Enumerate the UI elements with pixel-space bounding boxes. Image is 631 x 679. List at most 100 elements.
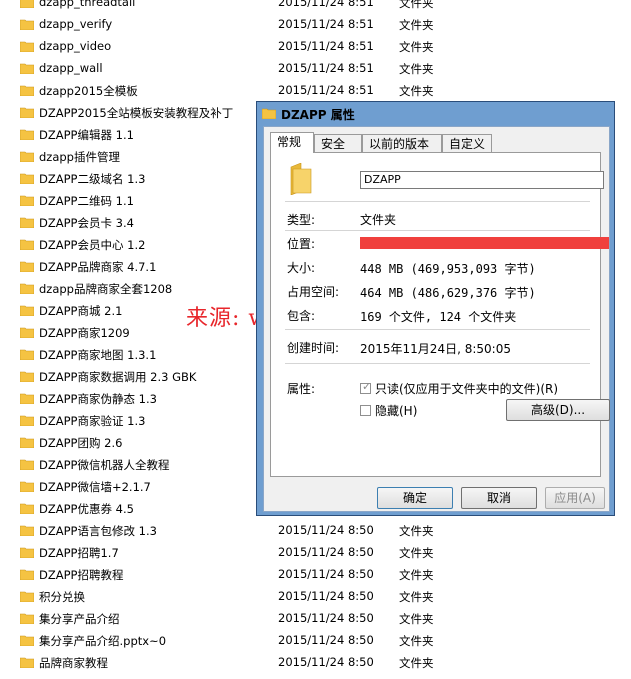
- file-row[interactable]: dzapp_video 2015/11/24 8:51 文件夹: [0, 36, 631, 58]
- file-name: DZAPP商家数据调用 2.3 GBK: [39, 370, 197, 384]
- folder-icon: [19, 150, 35, 163]
- folder-icon: [19, 238, 35, 251]
- tab-general[interactable]: 常规: [270, 132, 314, 153]
- folder-icon: [19, 282, 35, 295]
- file-row[interactable]: dzapp2015全模板 2015/11/24 8:51 文件夹: [0, 80, 631, 102]
- divider: [285, 201, 590, 202]
- file-name: DZAPP招聘1.7: [39, 546, 119, 560]
- file-row[interactable]: DZAPP招聘1.7 2015/11/24 8:50 文件夹: [0, 542, 631, 564]
- file-name: DZAPP语言包修改 1.3: [39, 524, 157, 538]
- file-date: 2015/11/24 8:50: [278, 567, 374, 581]
- folder-icon: [19, 172, 35, 185]
- folder-icon: [19, 260, 35, 273]
- file-row[interactable]: 集分享产品介绍.pptx~0 2015/11/24 8:50 文件夹: [0, 630, 631, 652]
- tab-security[interactable]: 安全: [314, 134, 362, 152]
- file-name: DZAPP二级域名 1.3: [39, 172, 146, 186]
- file-date: 2015/11/24 8:50: [278, 545, 374, 559]
- dialog-title: DZAPP 属性: [281, 108, 355, 122]
- file-row[interactable]: 积分兑换 2015/11/24 8:50 文件夹: [0, 586, 631, 608]
- folder-icon: [19, 40, 35, 53]
- file-name: DZAPP二维码 1.1: [39, 194, 134, 208]
- apply-button[interactable]: 应用(A): [545, 487, 605, 509]
- file-date: 2015/11/24 8:50: [278, 589, 374, 603]
- file-row[interactable]: DZAPP招聘教程 2015/11/24 8:50 文件夹: [0, 564, 631, 586]
- file-date: 2015/11/24 8:51: [278, 83, 374, 97]
- file-date: 2015/11/24 8:51: [278, 39, 374, 53]
- file-date: 2015/11/24 8:50: [278, 633, 374, 647]
- size-on-disk-label: 占用空间:: [287, 285, 340, 299]
- divider: [285, 363, 590, 364]
- folder-icon: [19, 414, 35, 427]
- file-type: 文件夹: [399, 634, 434, 648]
- folder-icon: [19, 568, 35, 581]
- size-label: 大小:: [287, 261, 316, 275]
- advanced-button[interactable]: 高级(D)...: [506, 399, 610, 421]
- file-type: 文件夹: [399, 590, 434, 604]
- file-row[interactable]: dzapp_threadtail 2015/11/24 8:51 文件夹: [0, 0, 631, 14]
- file-row[interactable]: DZAPP语言包修改 1.3 2015/11/24 8:50 文件夹: [0, 520, 631, 542]
- file-date: 2015/11/24 8:50: [278, 523, 374, 537]
- file-name: DZAPP商家1209: [39, 326, 130, 340]
- file-type: 文件夹: [399, 18, 434, 32]
- folder-icon: [19, 612, 35, 625]
- folder-icon: [19, 634, 35, 647]
- attributes-label: 属性:: [287, 382, 316, 396]
- folder-icon: [19, 392, 35, 405]
- file-name: DZAPP微信机器人全教程: [39, 458, 170, 472]
- file-name: DZAPP优惠券 4.5: [39, 502, 134, 516]
- readonly-checkbox[interactable]: ✓: [360, 380, 372, 394]
- file-name: dzapp_threadtail: [39, 0, 136, 9]
- hidden-label[interactable]: 隐藏(H): [375, 402, 417, 419]
- file-name: DZAPP会员卡 3.4: [39, 216, 134, 230]
- readonly-label[interactable]: 只读(仅应用于文件夹中的文件)(R): [375, 380, 558, 397]
- folder-name-input[interactable]: DZAPP: [360, 171, 604, 189]
- file-type: 文件夹: [399, 84, 434, 98]
- file-name: dzapp_video: [39, 39, 112, 53]
- folder-icon: [19, 84, 35, 97]
- file-type: 文件夹: [399, 568, 434, 582]
- folder-icon: [19, 62, 35, 75]
- dialog-titlebar[interactable]: DZAPP 属性: [257, 102, 614, 126]
- folder-icon: [19, 524, 35, 537]
- folder-icon: [19, 216, 35, 229]
- file-date: 2015/11/24 8:51: [278, 17, 374, 31]
- file-date: 2015/11/24 8:50: [278, 611, 374, 625]
- file-name: 集分享产品介绍: [39, 612, 120, 626]
- file-row[interactable]: 集分享产品介绍 2015/11/24 8:50 文件夹: [0, 608, 631, 630]
- contains-label: 包含:: [287, 309, 316, 323]
- tab-previous-versions[interactable]: 以前的版本: [362, 134, 442, 152]
- file-name: dzapp_verify: [39, 17, 113, 31]
- divider: [285, 329, 590, 330]
- file-date: 2015/11/24 8:51: [278, 61, 374, 75]
- general-panel: DZAPP 类型: 文件夹 位置: 大小: 448 MB (469,953,09…: [270, 152, 610, 477]
- file-type: 文件夹: [399, 546, 434, 560]
- file-row[interactable]: dzapp_wall 2015/11/24 8:51 文件夹: [0, 58, 631, 80]
- contains-value: 169 个文件, 124 个文件夹: [360, 310, 517, 324]
- divider: [285, 230, 590, 231]
- folder-icon: [19, 0, 35, 9]
- large-folder-icon: [290, 163, 312, 195]
- file-row[interactable]: dzapp_verify 2015/11/24 8:51 文件夹: [0, 14, 631, 36]
- file-date: 2015/11/24 8:51: [278, 0, 374, 9]
- folder-icon: [19, 18, 35, 31]
- file-type: 文件夹: [399, 0, 434, 10]
- file-name: dzapp2015全模板: [39, 84, 138, 98]
- file-row[interactable]: 品牌商家教程 2015/11/24 8:50 文件夹: [0, 652, 631, 674]
- file-name: dzapp插件管理: [39, 150, 120, 164]
- folder-icon: [19, 458, 35, 471]
- file-name: 品牌商家教程: [39, 656, 108, 670]
- size-on-disk-value: 464 MB (486,629,376 字节): [360, 286, 536, 300]
- properties-dialog: DZAPP 属性 常规 安全 以前的版本 自定义 DZAPP 类型: 文件夹 位…: [256, 101, 615, 516]
- type-label: 类型:: [287, 213, 316, 227]
- hidden-checkbox[interactable]: [360, 405, 371, 416]
- cancel-button[interactable]: 取消: [461, 487, 537, 509]
- ok-button[interactable]: 确定: [377, 487, 453, 509]
- checkmark-icon: ✓: [362, 380, 372, 393]
- file-name: DZAPP2015全站模板安装教程及补丁: [39, 106, 234, 120]
- size-value: 448 MB (469,953,093 字节): [360, 262, 536, 276]
- file-name: DZAPP编辑器 1.1: [39, 128, 134, 142]
- file-type: 文件夹: [399, 656, 434, 670]
- file-type: 文件夹: [399, 524, 434, 538]
- file-type: 文件夹: [399, 40, 434, 54]
- tab-customize[interactable]: 自定义: [442, 134, 492, 152]
